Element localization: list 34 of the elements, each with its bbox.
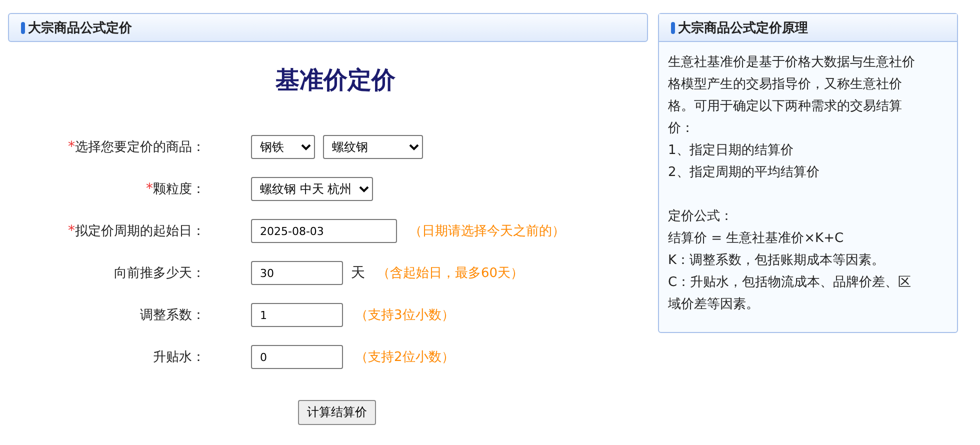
page-heading: 基准价定价 — [274, 64, 396, 96]
hint-text: （支持2位小数） — [355, 349, 454, 366]
required-mark: * — [68, 139, 75, 155]
field-label: 升贴水： — [153, 349, 205, 366]
field-label: 选择您要定价的商品： — [75, 139, 205, 156]
hint-text: （支持3位小数） — [355, 307, 454, 324]
field-label: 向前推多少天： — [114, 265, 205, 282]
info-text: 定价公式： — [668, 208, 734, 226]
hint-text: （含起始日，最多60天） — [377, 265, 524, 282]
required-mark: * — [68, 223, 75, 239]
calculate-button[interactable]: 计算结算价 — [298, 400, 376, 425]
info-text: 2、指定周期的平均结算价 — [668, 164, 820, 182]
required-mark: * — [146, 181, 153, 197]
select-field[interactable]: 钢铁 — [251, 135, 315, 159]
input-field[interactable]: 1 — [251, 303, 343, 327]
input-field[interactable]: 30 — [251, 261, 343, 285]
field-label: 拟定价周期的起始日： — [75, 223, 205, 240]
select-field[interactable]: 螺纹钢 中天 杭州 — [251, 177, 373, 201]
input-field[interactable]: 2025-08-03 — [251, 219, 397, 243]
info-text: 生意社基准价是基于价格大数据与生意社价格模型产生的交易指导价，又称生意社价格。可用于确定以下两种需求的交易结算价： — [668, 54, 916, 138]
info-text: K：调整系数，包括账期成本等因素。 — [668, 252, 886, 270]
bullet-icon — [671, 22, 675, 34]
input-field[interactable]: 0 — [251, 345, 343, 369]
info-text: 结算价 = 生意社基准价×K+C — [668, 230, 845, 248]
panel-title: 大宗商品公式定价 — [28, 20, 132, 36]
hint-text: （日期请选择今天之前的） — [409, 223, 565, 240]
info-text: C：升贴水，包括物流成本、品牌价差、区域价差等因素。 — [668, 274, 912, 314]
unit-label: 天 — [351, 264, 365, 282]
select-field[interactable]: 螺纹钢 — [323, 135, 423, 159]
field-label: 调整系数： — [140, 307, 205, 324]
info-text: 1、指定日期的结算价 — [668, 142, 794, 160]
bullet-icon — [21, 22, 25, 34]
field-label: 颗粒度： — [153, 181, 205, 198]
panel-title: 大宗商品公式定价原理 — [678, 20, 808, 36]
